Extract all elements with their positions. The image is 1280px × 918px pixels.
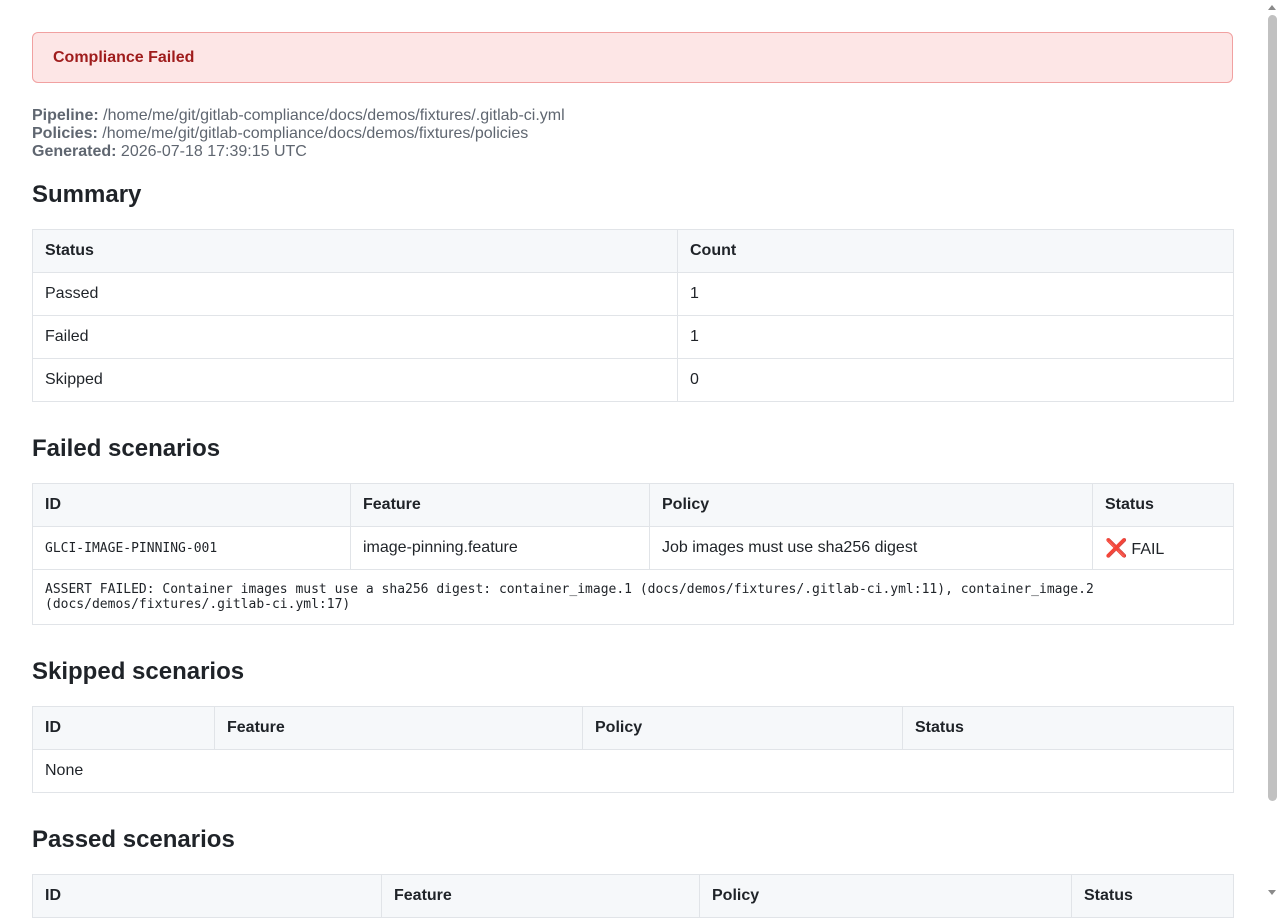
generated-label: Generated: [32, 143, 117, 160]
passed-header-row: ID Feature Policy Status [32, 874, 1234, 918]
pipeline-label: Pipeline: [32, 107, 99, 124]
passed-col-id: ID [32, 874, 382, 918]
summary-row-failed: Failed 1 [32, 315, 1234, 359]
skipped-col-policy: Policy [582, 706, 903, 750]
summary-col-count: Count [677, 229, 1234, 273]
skipped-header-row: ID Feature Policy Status [32, 706, 1234, 750]
scroll-down-arrow-icon[interactable] [1268, 890, 1276, 895]
skipped-col-id: ID [32, 706, 215, 750]
summary-header-row: Status Count [32, 229, 1234, 273]
skipped-scenarios-table: ID Feature Policy Status None [32, 706, 1234, 793]
vertical-scrollbar[interactable] [1265, 0, 1280, 900]
failed-scenarios-table: ID Feature Policy Status GLCI-IMAGE-PINN… [32, 483, 1234, 625]
generated-line: Generated: 2026-07-18 17:39:15 UTC [32, 143, 1233, 161]
fail-cross-icon: ❌ [1105, 537, 1128, 558]
empty-state-text: None [32, 749, 1234, 793]
banner-text: Compliance Failed [53, 48, 195, 66]
table-row: None [32, 749, 1234, 793]
policies-path: /home/me/git/gitlab-compliance/docs/demo… [102, 125, 529, 142]
scenario-feature: image-pinning.feature [350, 526, 650, 570]
failed-col-id: ID [32, 483, 351, 527]
summary-status-cell: Passed [32, 272, 678, 316]
passed-scenarios-table: ID Feature Policy Status [32, 874, 1234, 918]
pipeline-line: Pipeline: /home/me/git/gitlab-compliance… [32, 107, 1233, 125]
pipeline-path: /home/me/git/gitlab-compliance/docs/demo… [103, 107, 565, 124]
policies-label: Policies: [32, 125, 98, 142]
summary-heading: Summary [32, 181, 142, 208]
passed-scenarios-heading: Passed scenarios [32, 826, 235, 853]
skipped-col-feature: Feature [214, 706, 583, 750]
scenario-id: GLCI-IMAGE-PINNING-001 [32, 526, 351, 570]
scenario-policy: Job images must use sha256 digest [649, 526, 1093, 570]
passed-col-feature: Feature [381, 874, 700, 918]
scroll-up-arrow-icon[interactable] [1268, 5, 1276, 10]
passed-col-status: Status [1071, 874, 1234, 918]
compliance-status-banner: Compliance Failed [32, 32, 1233, 83]
failed-header-row: ID Feature Policy Status [32, 483, 1234, 527]
failed-col-policy: Policy [649, 483, 1093, 527]
skipped-col-status: Status [902, 706, 1234, 750]
summary-count-cell: 1 [677, 315, 1234, 359]
failed-col-feature: Feature [350, 483, 650, 527]
failed-scenarios-heading: Failed scenarios [32, 435, 221, 462]
scenario-status: ❌ FAIL [1092, 526, 1234, 570]
report-meta: Pipeline: /home/me/git/gitlab-compliance… [32, 107, 1233, 161]
scrollbar-thumb[interactable] [1268, 15, 1277, 801]
assertion-detail-row: ASSERT FAILED: Container images must use… [32, 569, 1234, 625]
policies-line: Policies: /home/me/git/gitlab-compliance… [32, 125, 1233, 143]
failed-col-status: Status [1092, 483, 1234, 527]
summary-table: Status Count Passed 1 Failed 1 Skipped 0 [32, 229, 1234, 402]
report-content: Compliance Failed Pipeline: /home/me/git… [32, 32, 1234, 918]
status-text: FAIL [1131, 540, 1165, 558]
summary-status-cell: Failed [32, 315, 678, 359]
assertion-detail: ASSERT FAILED: Container images must use… [32, 569, 1234, 625]
skipped-scenarios-heading: Skipped scenarios [32, 658, 245, 685]
summary-count-cell: 1 [677, 272, 1234, 316]
summary-count-cell: 0 [677, 358, 1234, 402]
summary-status-cell: Skipped [32, 358, 678, 402]
passed-col-policy: Policy [699, 874, 1072, 918]
summary-row-passed: Passed 1 [32, 272, 1234, 316]
summary-row-skipped: Skipped 0 [32, 358, 1234, 402]
table-row: GLCI-IMAGE-PINNING-001 image-pinning.fea… [32, 526, 1234, 570]
generated-timestamp: 2026-07-18 17:39:15 UTC [120, 143, 307, 160]
summary-col-status: Status [32, 229, 678, 273]
